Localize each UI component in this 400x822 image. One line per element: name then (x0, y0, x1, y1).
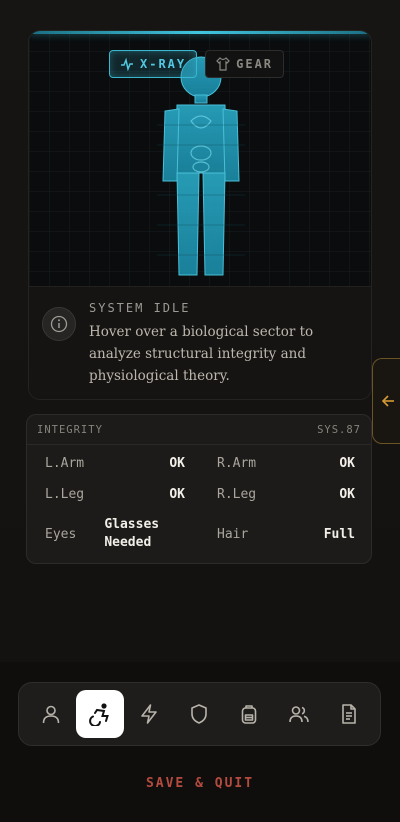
integrity-row-left-leg: L.Leg OK (45, 484, 185, 504)
nav-item-party[interactable] (275, 690, 323, 738)
integrity-value: OK (169, 455, 185, 471)
side-panel-tab[interactable] (372, 358, 400, 444)
status-description: Hover over a biological sector to analyz… (89, 324, 314, 384)
save-and-quit-button[interactable]: SAVE & QUIT (0, 776, 400, 791)
integrity-row-left-arm: L.Arm OK (45, 453, 185, 473)
info-icon (42, 307, 76, 341)
left-leg-sector (176, 172, 200, 276)
integrity-row-hair: Hair Full (217, 524, 355, 544)
integrity-label: L.Arm (45, 455, 85, 471)
integrity-title: INTEGRITY (37, 423, 103, 436)
scanner-glow-line (29, 31, 371, 34)
accessibility-icon (89, 703, 109, 726)
bottom-navigation (18, 682, 381, 746)
integrity-label: R.Arm (217, 455, 257, 471)
integrity-label: Eyes (45, 526, 77, 542)
integrity-value: Full (323, 526, 355, 542)
xray-mode-label: X-RAY (140, 57, 187, 71)
integrity-value: OK (339, 455, 355, 471)
view-mode-toggle: X-RAY GEAR (109, 50, 285, 78)
torso-sector (174, 104, 228, 174)
backpack-icon (241, 705, 257, 724)
xray-mode-button[interactable]: X-RAY (109, 50, 198, 78)
scanner-viewport: X-RAY GEAR (29, 31, 371, 287)
shirt-icon (216, 57, 230, 71)
shield-icon (191, 704, 207, 724)
integrity-label: Hair (217, 526, 249, 542)
gear-mode-label: GEAR (236, 57, 274, 71)
status-info-panel: SYSTEM IDLE Hover over a biological sect… (29, 287, 371, 399)
integrity-value: OK (339, 486, 355, 502)
nav-item-abilities[interactable] (125, 690, 173, 738)
integrity-label: R.Leg (217, 486, 257, 502)
status-title: SYSTEM IDLE (89, 301, 191, 315)
arrow-left-icon (381, 395, 394, 407)
user-icon (42, 705, 60, 724)
integrity-grid: L.Arm OK R.Arm OK L.Leg OK R.Leg OK Eyes… (27, 445, 371, 563)
users-icon (289, 706, 309, 723)
nav-item-inventory[interactable] (225, 690, 273, 738)
integrity-value: Glasses Needed (104, 517, 160, 550)
nav-item-defense[interactable] (175, 690, 223, 738)
integrity-label: L.Leg (45, 486, 85, 502)
nav-item-profile[interactable] (27, 690, 75, 738)
nav-item-body[interactable] (76, 690, 124, 738)
integrity-panel: INTEGRITY SYS.87 L.Arm OK R.Arm OK L.Leg… (26, 414, 372, 564)
pulse-icon (121, 57, 133, 71)
system-code: SYS.87 (317, 423, 361, 436)
integrity-row-right-leg: R.Leg OK (217, 484, 355, 504)
document-icon (342, 704, 356, 724)
integrity-value: OK (169, 486, 185, 502)
gear-mode-button[interactable]: GEAR (205, 50, 285, 78)
integrity-header: INTEGRITY SYS.87 (27, 415, 371, 445)
integrity-row-eyes: Eyes Glasses Needed (45, 515, 195, 553)
integrity-row-right-arm: R.Arm OK (217, 453, 355, 473)
body-scanner-card: X-RAY GEAR SYSTEM IDLE Hover over a biol… (28, 30, 372, 400)
right-leg-sector (202, 172, 226, 276)
xray-body-figure[interactable] (157, 55, 245, 281)
lightning-icon (141, 704, 157, 724)
nav-item-notes[interactable] (325, 690, 373, 738)
neck-sector (194, 94, 208, 104)
